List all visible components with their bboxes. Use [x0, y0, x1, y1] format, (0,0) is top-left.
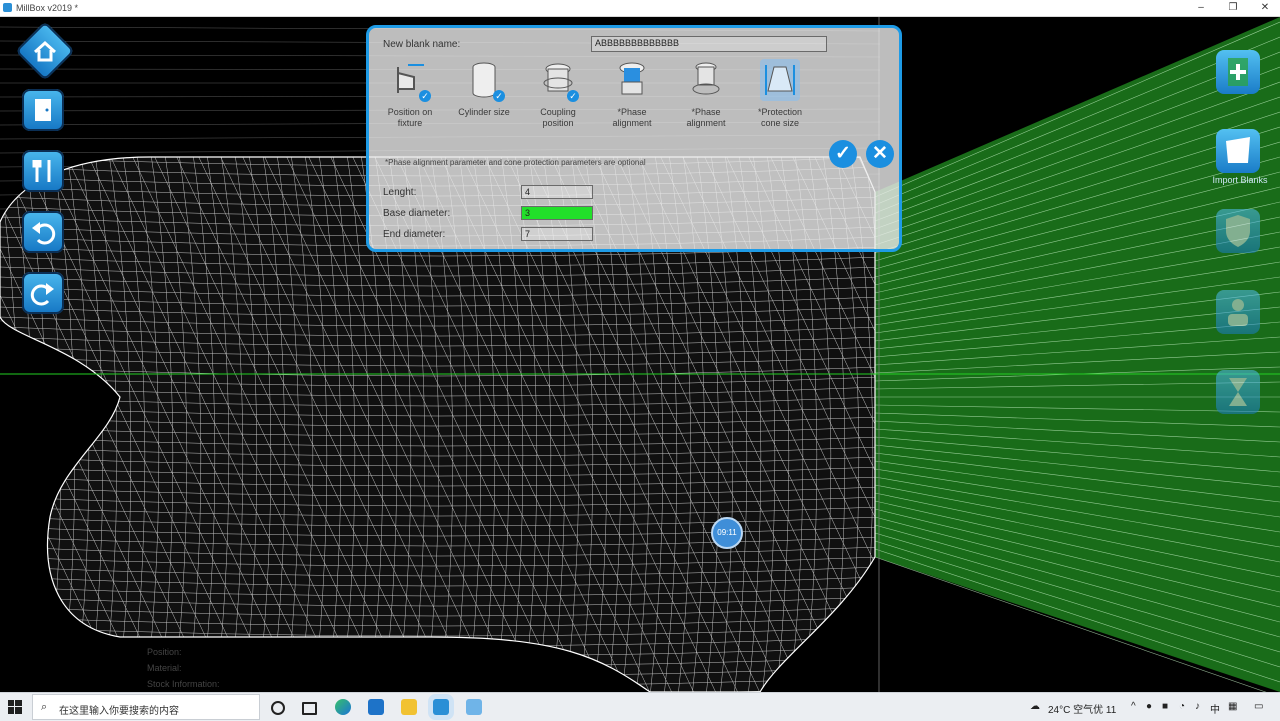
base-diameter-input[interactable]: 3 [521, 206, 593, 220]
length-input[interactable]: 4 [521, 185, 593, 199]
redo-button[interactable] [22, 272, 64, 314]
redo-icon [30, 283, 54, 306]
shield-icon [1226, 215, 1250, 247]
taskbar-search-box[interactable]: ⌕ 在这里输入你要搜索的内容 [32, 694, 260, 720]
tray-app-icon[interactable]: ■ [1162, 701, 1168, 712]
calendar-icon[interactable]: ▦ [1228, 701, 1237, 712]
coupling-icon: ✓ [538, 59, 579, 102]
window-title: MillBox v2019 * [16, 3, 79, 13]
edge-icon[interactable] [335, 699, 351, 715]
step-position-on-fixture[interactable]: ✓ Position on fixture [373, 59, 447, 129]
undo-icon [32, 222, 56, 245]
wechat-icon[interactable]: ● [1146, 701, 1152, 712]
explorer-icon[interactable] [401, 699, 417, 715]
app-icon [3, 3, 12, 12]
millbox-icon[interactable] [433, 699, 449, 715]
step-phase-alignment-2[interactable]: *Phase alignment [669, 59, 743, 129]
step-coupling-position[interactable]: ✓ Coupling position [521, 59, 595, 129]
door-icon [35, 99, 51, 121]
import-blanks-label: Import Blanks [1212, 175, 1268, 185]
timer-badge: 09:11 [711, 517, 743, 549]
info-position: Position: [147, 647, 182, 657]
add-document-button[interactable] [1216, 50, 1260, 94]
volume-icon[interactable]: ♪ [1195, 701, 1200, 712]
door-button[interactable] [22, 89, 64, 131]
notification-icon[interactable]: ▭ [1254, 701, 1263, 712]
info-stock: Stock Information: [147, 679, 220, 689]
cortana-icon[interactable] [271, 701, 285, 715]
length-label: Lenght: [383, 187, 417, 198]
search-placeholder: 在这里输入你要搜索的内容 [59, 706, 179, 717]
phase-alignment-2-icon [686, 59, 726, 101]
new-blank-dialog: New blank name: ABBBBBBBBBBBBB ✓ Positio… [366, 25, 902, 252]
windows-taskbar: ⌕ 在这里输入你要搜索的内容 ☁ 24°C 空气优 11 ^ ● ■ ◔ ♪ 中… [0, 692, 1280, 721]
end-diameter-label: End diameter: [383, 229, 446, 240]
add-document-icon [1228, 58, 1248, 86]
shield-button[interactable] [1216, 209, 1260, 253]
blank-name-input[interactable]: ABBBBBBBBBBBBB [591, 36, 827, 52]
step-done-check: ✓ [493, 90, 505, 102]
step-cylinder-size[interactable]: ✓ Cylinder size [447, 59, 521, 118]
home-icon [33, 40, 57, 62]
hourglass-button[interactable] [1216, 370, 1260, 414]
optional-note: *Phase alignment parameter and cone prot… [385, 158, 646, 167]
import-icon [1226, 137, 1250, 163]
weather-icon[interactable]: ☁ [1030, 701, 1040, 712]
tools-icon [32, 160, 51, 182]
weather-text[interactable]: 24°C 空气优 11 [1048, 701, 1116, 716]
step-done-check: ✓ [419, 90, 431, 102]
search-icon: ⌕ [41, 701, 48, 713]
ime-indicator[interactable]: 中 [1210, 701, 1220, 716]
cancel-button[interactable]: ✕ [866, 140, 894, 168]
task-view-icon[interactable] [302, 702, 317, 715]
base-diameter-label: Base diameter: [383, 208, 451, 219]
tools-button[interactable] [22, 150, 64, 192]
restore-button[interactable]: ❐ [1218, 0, 1248, 16]
blank-name-label: New blank name: [383, 39, 461, 50]
user-button[interactable] [1216, 290, 1260, 334]
undo-button[interactable] [22, 211, 64, 253]
minimize-button[interactable]: – [1186, 0, 1216, 16]
network-icon[interactable]: ◔ [1179, 701, 1185, 712]
cylinder-icon: ✓ [464, 59, 505, 102]
window-titlebar: MillBox v2019 * – ❐ ✕ [0, 0, 1280, 17]
tray-expand-icon[interactable]: ^ [1131, 701, 1136, 712]
info-material: Material: [147, 663, 182, 673]
end-diameter-input[interactable]: 7 [521, 227, 593, 241]
step-done-check: ✓ [567, 90, 579, 102]
user-icon [1228, 299, 1248, 326]
windows-start-icon[interactable] [8, 700, 22, 714]
step-protection-cone-size[interactable]: *Protection cone size [743, 59, 817, 129]
hourglass-icon [1229, 378, 1247, 406]
fixture-icon: ✓ [390, 59, 431, 102]
notepad-icon[interactable] [466, 699, 482, 715]
protection-cone-icon [760, 59, 800, 101]
mail-icon[interactable] [368, 699, 384, 715]
step-phase-alignment[interactable]: *Phase alignment [595, 59, 669, 129]
confirm-button[interactable]: ✓ [829, 140, 857, 168]
close-window-button[interactable]: ✕ [1250, 0, 1280, 16]
phase-alignment-icon [612, 59, 652, 101]
import-blanks-button[interactable] [1216, 129, 1260, 173]
